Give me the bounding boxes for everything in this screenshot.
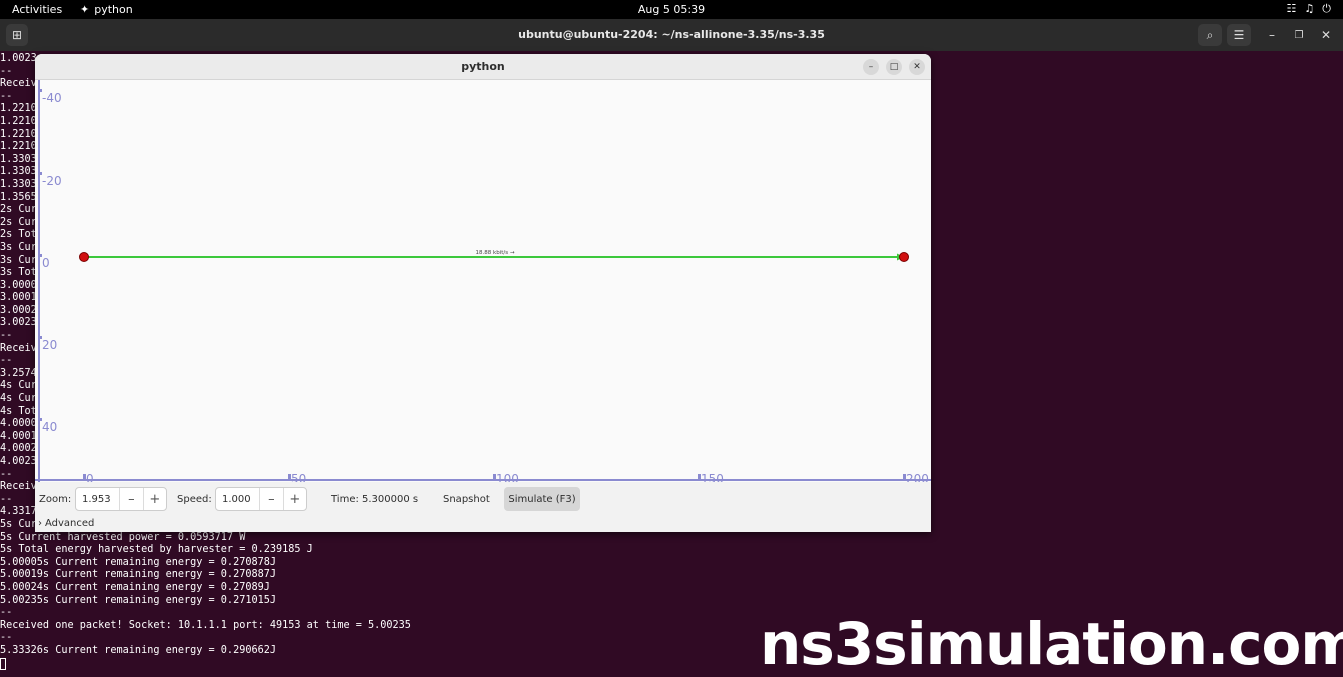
link-throughput-label: 18.88 kbit/s → bbox=[476, 250, 515, 256]
zoom-increase-button[interactable]: + bbox=[142, 488, 166, 510]
advanced-label: Advanced bbox=[45, 518, 95, 529]
y-tick-label: -40 bbox=[42, 91, 62, 105]
y-tick-label: 40 bbox=[42, 420, 57, 434]
system-tray[interactable]: ☷ ♫ ⏻ bbox=[1287, 2, 1331, 16]
x-tick-label: 200 bbox=[906, 472, 929, 482]
terminal-line: 5.00024s Current remaining energy = 0.27… bbox=[0, 581, 270, 593]
clock[interactable]: Aug 5 05:39 bbox=[638, 3, 705, 16]
volume-icon: ♫ bbox=[1304, 2, 1315, 15]
x-tick-label: 0 bbox=[86, 472, 94, 482]
terminal-line: 5s Total energy harvested by harvester =… bbox=[0, 544, 313, 556]
y-tick-label: 0 bbox=[42, 256, 50, 270]
node-1[interactable] bbox=[899, 252, 909, 262]
zoom-decrease-button[interactable]: – bbox=[119, 488, 142, 510]
terminal-line: 5s Current harvested power = 0.0593717 W bbox=[0, 531, 246, 543]
network-icon: ☷ bbox=[1286, 2, 1297, 15]
pyviz-title-bar[interactable]: python – □ ✕ bbox=[35, 54, 931, 80]
simulation-time: Time: 5.300000 s bbox=[331, 494, 419, 505]
terminal-menu-button[interactable]: ☰ bbox=[1227, 24, 1251, 46]
snapshot-button[interactable]: Snapshot bbox=[435, 487, 498, 511]
power-icon: ⏻ bbox=[1322, 2, 1331, 15]
terminal-line: 5.00019s Current remaining energy = 0.27… bbox=[0, 569, 277, 581]
maximize-icon: □ bbox=[889, 62, 899, 72]
zoom-label: Zoom: bbox=[39, 494, 72, 505]
pyviz-maximize-button[interactable]: □ bbox=[886, 59, 902, 75]
advanced-expander[interactable]: › Advanced bbox=[38, 518, 94, 529]
terminal-title: ubuntu@ubuntu-2204: ~/ns-allinone-3.35/n… bbox=[518, 28, 825, 41]
terminal-line: 5.00005s Current remaining energy = 0.27… bbox=[0, 556, 277, 568]
speed-value[interactable]: 1.000 bbox=[216, 494, 259, 505]
zoom-value[interactable]: 1.953 bbox=[76, 494, 119, 505]
pyviz-close-button[interactable]: ✕ bbox=[909, 59, 925, 75]
app-menu-icon: ✦ bbox=[80, 3, 90, 16]
terminal-close-button[interactable]: ✕ bbox=[1316, 24, 1336, 46]
search-icon: ⌕ bbox=[1206, 27, 1214, 42]
app-menu[interactable]: ✦ python bbox=[80, 3, 133, 16]
close-icon: ✕ bbox=[1320, 28, 1332, 42]
zoom-spinner[interactable]: 1.953 – + bbox=[75, 487, 167, 511]
pyviz-title: python bbox=[461, 60, 505, 73]
y-tick-label: -20 bbox=[42, 174, 62, 188]
chevron-right-icon: › bbox=[38, 518, 42, 529]
watermark: ns3simulation.com bbox=[760, 610, 1343, 677]
pyviz-minimize-button[interactable]: – bbox=[863, 59, 879, 75]
close-icon: ✕ bbox=[913, 62, 921, 72]
simulation-controls: Zoom: 1.953 – + Speed: 1.000 – + Time: 5… bbox=[35, 482, 931, 532]
hamburger-menu-icon: ☰ bbox=[1233, 28, 1245, 42]
minimize-icon: – bbox=[868, 62, 874, 72]
snapshot-label: Snapshot bbox=[443, 493, 490, 505]
x-tick-label: 50 bbox=[291, 472, 306, 482]
node-0[interactable] bbox=[79, 252, 89, 262]
canvas-background bbox=[35, 80, 931, 482]
new-tab-button[interactable]: ⊞ bbox=[6, 24, 28, 46]
restore-icon: ❐ bbox=[1294, 29, 1304, 41]
terminal-search-button[interactable]: ⌕ bbox=[1198, 24, 1222, 46]
top-bar: Activities ✦ python Aug 5 05:39 ☷ ♫ ⏻ bbox=[0, 0, 1343, 19]
speed-decrease-button[interactable]: – bbox=[259, 488, 282, 510]
speed-increase-button[interactable]: + bbox=[282, 488, 306, 510]
app-menu-label: python bbox=[94, 3, 133, 16]
terminal-maximize-button[interactable]: ❐ bbox=[1289, 24, 1309, 46]
speed-spinner[interactable]: 1.000 – + bbox=[215, 487, 307, 511]
new-tab-icon: ⊞ bbox=[11, 28, 23, 42]
cursor-block bbox=[0, 657, 6, 670]
x-tick-label: 150 bbox=[701, 472, 724, 482]
terminal-header-bar: ⊞ ubuntu@ubuntu-2204: ~/ns-allinone-3.35… bbox=[0, 19, 1343, 51]
simulate-label: Simulate (F3) bbox=[508, 493, 576, 505]
y-tick-label: 20 bbox=[42, 338, 57, 352]
minimize-icon: – bbox=[1269, 28, 1275, 42]
terminal-minimize-button[interactable]: – bbox=[1262, 24, 1282, 46]
x-tick-label: 100 bbox=[496, 472, 519, 482]
speed-label: Speed: bbox=[177, 494, 212, 505]
pyviz-window: python – □ ✕ -40 -20 0 20 40 0 50 100 150 200 18… bbox=[35, 54, 931, 532]
activities-button[interactable]: Activities bbox=[12, 3, 62, 16]
topology-canvas[interactable]: -40 -20 0 20 40 0 50 100 150 200 18.88 kbit/s → bbox=[35, 80, 931, 482]
simulate-button[interactable]: Simulate (F3) bbox=[504, 487, 580, 511]
